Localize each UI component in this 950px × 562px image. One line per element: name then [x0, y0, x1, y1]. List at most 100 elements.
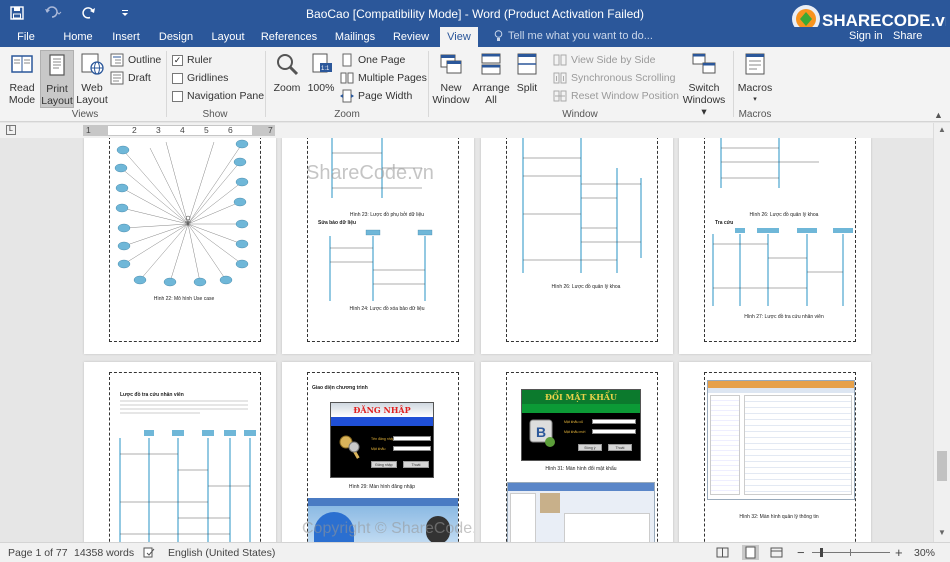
- tell-me-box[interactable]: Tell me what you want to do...: [494, 30, 653, 42]
- page-thumbnail[interactable]: Hình 23: Lược đồ phụ bởi dữ liệu Sửa bảo…: [282, 138, 474, 354]
- web-layout-icon: [81, 53, 104, 75]
- scrollbar-thumb[interactable]: [937, 451, 947, 481]
- tab-file[interactable]: File: [10, 27, 42, 47]
- tab-design[interactable]: Design: [154, 27, 198, 47]
- read-mode-button[interactable]: Read Mode: [5, 52, 39, 106]
- zoom-level[interactable]: 30%: [914, 547, 935, 559]
- navigation-pane-checkbox[interactable]: Navigation Pane: [172, 88, 264, 104]
- zoom-label: Zoom: [273, 82, 301, 94]
- reset-window-position-button[interactable]: Reset Window Position: [553, 88, 679, 104]
- new-password-field: [592, 429, 636, 434]
- macros-group-label: Macros: [738, 109, 772, 120]
- username-field: [393, 436, 431, 441]
- status-bar: Page 1 of 77 14358 words English (United…: [0, 542, 950, 562]
- page-thumbnail[interactable]: Hình 26: Lược đồ quản lý khoa Tra cứu Hì…: [679, 138, 871, 354]
- read-mode-label-2: Mode: [8, 94, 36, 106]
- page-thumbnail[interactable]: Giao diện chương trình ĐĂNG NHẬP Tên đăn…: [282, 362, 474, 542]
- outline-button[interactable]: Outline: [110, 52, 161, 68]
- macros-button[interactable]: Macros ▾: [737, 52, 773, 106]
- macros-icon: [745, 53, 765, 75]
- navigation-pane-check-icon: [172, 90, 183, 102]
- sequence-diagram: [712, 228, 853, 306]
- arrange-all-icon: [481, 53, 501, 75]
- split-button[interactable]: Split: [511, 52, 543, 106]
- zoom-100-button[interactable]: 1:1 100%: [305, 52, 337, 106]
- proofing-icon[interactable]: [143, 547, 155, 558]
- web-layout-view-icon[interactable]: [770, 547, 783, 558]
- synchronous-scrolling-button[interactable]: Synchronous Scrolling: [553, 70, 675, 86]
- keys-icon: [339, 435, 360, 459]
- one-page-label: One Page: [358, 54, 406, 66]
- page-thumbnail[interactable]: ĐỔI MẬT KHẨU B Mật khẩu cũ Mật khẩu mới …: [481, 362, 673, 542]
- ruler-tick: 2: [132, 125, 137, 135]
- ruler-tick: 4: [180, 125, 185, 135]
- reset-window-position-label: Reset Window Position: [571, 90, 679, 102]
- switch-windows-button[interactable]: Switch Windows ▾: [680, 52, 728, 118]
- user-key-icon: B: [529, 419, 555, 447]
- tab-review[interactable]: Review: [390, 27, 432, 47]
- share-label: Share: [893, 30, 923, 42]
- tab-references[interactable]: References: [258, 27, 320, 47]
- page-thumbnail[interactable]: Lược đồ tra cứu nhân viên: [84, 362, 276, 542]
- word-count[interactable]: 14358 words: [74, 547, 134, 559]
- print-layout-view-icon[interactable]: [742, 545, 759, 560]
- macros-dropdown-icon: ▾: [753, 96, 757, 103]
- tell-me-placeholder: Tell me what you want to do...: [508, 30, 653, 42]
- tab-mailings[interactable]: Mailings: [328, 27, 382, 47]
- ruler-check-icon: ✓: [172, 54, 183, 66]
- tab-view[interactable]: View: [440, 27, 478, 47]
- horizontal-ruler[interactable]: 1 2 3 4 5 6 7: [83, 125, 275, 136]
- read-mode-view-icon[interactable]: [716, 547, 729, 558]
- share-button[interactable]: Share: [893, 30, 922, 42]
- zoom-in-icon[interactable]: +: [895, 545, 903, 560]
- draft-button[interactable]: Draft: [110, 70, 151, 86]
- app-screenshot: [308, 498, 458, 542]
- web-layout-button[interactable]: Web Layout: [76, 52, 108, 106]
- page-count[interactable]: Page 1 of 77: [8, 547, 68, 559]
- view-side-by-side-label: View Side by Side: [571, 54, 656, 66]
- gridlines-checkbox[interactable]: Gridlines: [172, 70, 228, 86]
- multiple-pages-button[interactable]: Multiple Pages: [340, 70, 427, 86]
- collapse-ribbon-icon[interactable]: ▲: [934, 110, 943, 120]
- view-side-by-side-button[interactable]: View Side by Side: [553, 52, 655, 68]
- document-canvas[interactable]: Hình 22: Mô hình Use case Hình 23: Lược …: [0, 138, 933, 542]
- switch-windows-label-2: Windows ▾: [682, 94, 726, 118]
- arrange-all-label-1: Arrange: [472, 82, 510, 94]
- login-cancel-button: Thoát: [403, 461, 429, 468]
- page-width-button[interactable]: Page Width: [340, 88, 412, 104]
- read-mode-icon: [11, 55, 33, 73]
- password-field: [393, 446, 431, 451]
- synchronous-scrolling-label: Synchronous Scrolling: [571, 72, 676, 84]
- one-page-button[interactable]: One Page: [340, 52, 405, 68]
- zoom-slider-knob[interactable]: [819, 548, 823, 557]
- ruler-checkbox[interactable]: ✓ Ruler: [172, 52, 212, 68]
- page-thumbnail[interactable]: Hình 26: Lược đồ quản lý khoa: [481, 138, 673, 354]
- tab-insert[interactable]: Insert: [107, 27, 145, 47]
- scroll-up-icon[interactable]: ▲: [937, 125, 947, 135]
- zoom-out-icon[interactable]: −: [797, 545, 805, 560]
- zoom-slider[interactable]: [812, 548, 890, 557]
- tab-layout[interactable]: Layout: [206, 27, 250, 47]
- scroll-down-icon[interactable]: ▼: [937, 528, 947, 538]
- print-layout-button[interactable]: Print Layout: [40, 50, 74, 108]
- arrange-all-button[interactable]: Arrange All: [472, 52, 510, 106]
- page-thumbnail[interactable]: Hình 32: Màn hình quản lý thông tin: [679, 362, 871, 542]
- split-icon: [517, 53, 537, 75]
- reset-position-icon: [553, 90, 567, 102]
- section-heading: Giao diện chương trình: [312, 385, 368, 391]
- word-window: BaoCao [Compatibility Mode] - Word (Prod…: [0, 0, 950, 562]
- tab-selector-icon[interactable]: L: [6, 125, 16, 135]
- ruler-label: Ruler: [187, 54, 213, 66]
- new-window-button[interactable]: New Window: [432, 52, 470, 106]
- zoom-button[interactable]: Zoom: [271, 52, 303, 106]
- multiple-pages-label: Multiple Pages: [358, 72, 427, 84]
- views-group-label: Views: [71, 109, 99, 120]
- sign-in-link[interactable]: Sign in: [849, 30, 883, 42]
- page-thumbnail[interactable]: Hình 22: Mô hình Use case: [84, 138, 276, 354]
- language-indicator[interactable]: English (United States): [168, 547, 275, 559]
- window-group-label: Window: [562, 109, 598, 120]
- sequence-diagram: [522, 138, 642, 273]
- tab-home[interactable]: Home: [58, 27, 98, 47]
- vertical-scrollbar[interactable]: ▲ ▼: [933, 123, 950, 542]
- separator: [428, 51, 429, 117]
